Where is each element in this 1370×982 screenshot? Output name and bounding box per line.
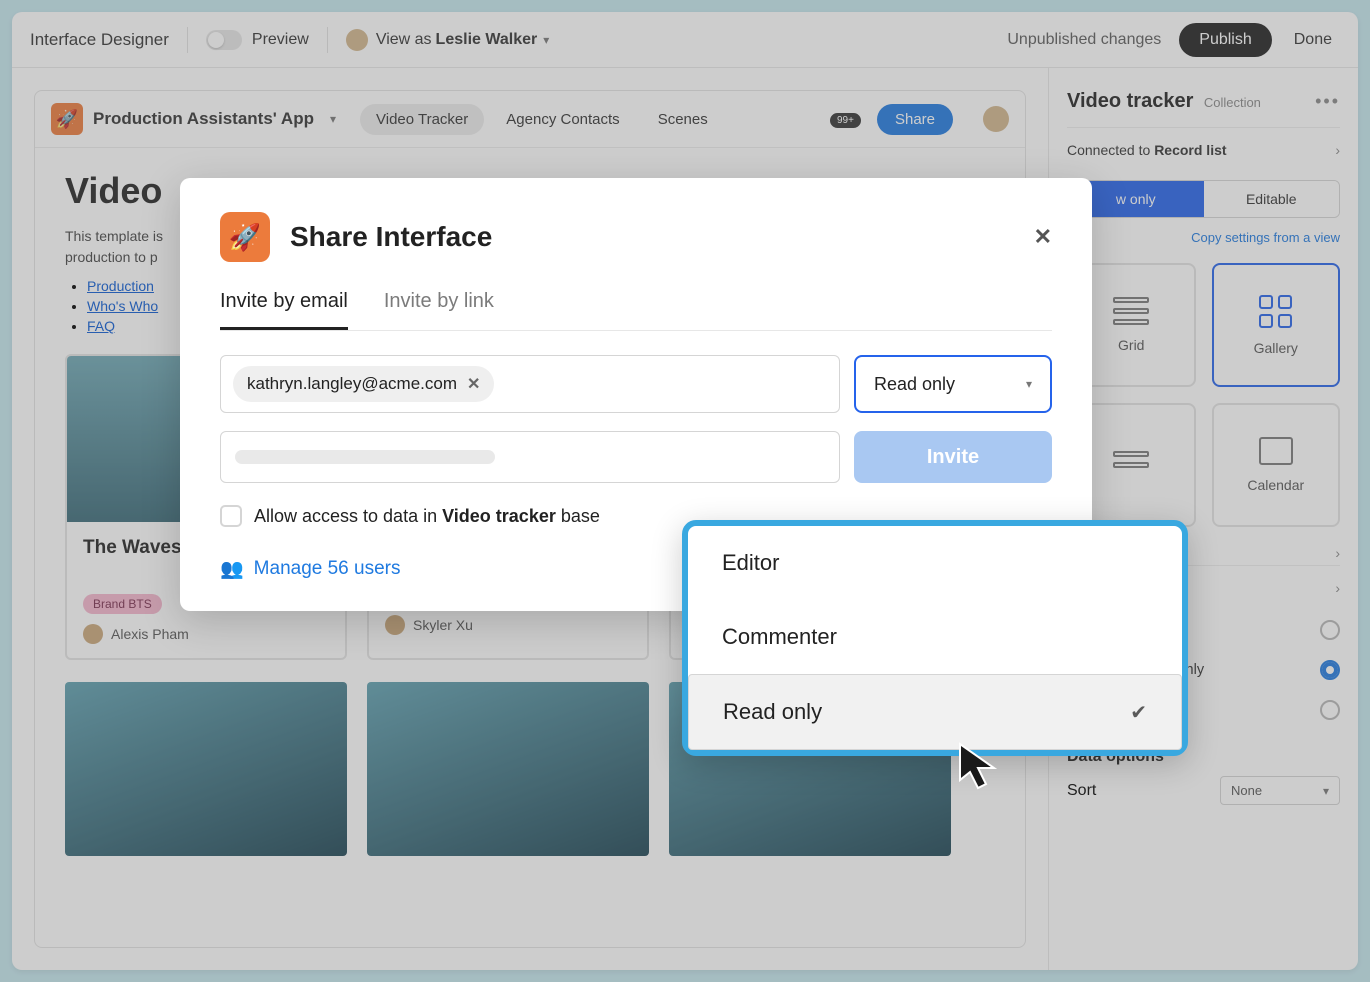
chevron-down-icon: ▾ — [1026, 377, 1032, 391]
chip-text: kathryn.langley@acme.com — [247, 374, 457, 394]
dropdown-option-editor[interactable]: Editor — [688, 526, 1182, 600]
email-chip[interactable]: kathryn.langley@acme.com ✕ — [233, 366, 494, 402]
checkbox-icon[interactable] — [220, 505, 242, 527]
allow-access-label: Allow access to data in Video tracker ba… — [254, 506, 600, 527]
remove-chip-icon[interactable]: ✕ — [467, 374, 480, 394]
permission-select[interactable]: Read only ▾ — [854, 355, 1052, 413]
tab-invite-email[interactable]: Invite by email — [220, 290, 348, 330]
placeholder-bar — [235, 450, 495, 464]
email-input[interactable]: kathryn.langley@acme.com ✕ — [220, 355, 840, 413]
permission-dropdown: Editor Commenter Read only ✔ — [682, 520, 1188, 756]
permission-value: Read only — [874, 374, 955, 395]
modal-title: Share Interface — [290, 221, 1014, 253]
cursor-icon — [956, 740, 1012, 796]
check-icon: ✔ — [1130, 700, 1147, 725]
modal-rocket-icon: 🚀 — [220, 212, 270, 262]
dropdown-option-read-only[interactable]: Read only ✔ — [688, 674, 1182, 750]
dropdown-option-commenter[interactable]: Commenter — [688, 600, 1182, 674]
modal-tabs: Invite by email Invite by link — [220, 290, 1052, 331]
invite-button[interactable]: Invite — [854, 431, 1052, 483]
manage-users-text: Manage 56 users — [254, 558, 401, 580]
message-input[interactable] — [220, 431, 840, 483]
close-button[interactable]: ✕ — [1034, 224, 1052, 250]
people-icon: 👥 — [220, 557, 244, 581]
tab-invite-link[interactable]: Invite by link — [384, 290, 494, 330]
